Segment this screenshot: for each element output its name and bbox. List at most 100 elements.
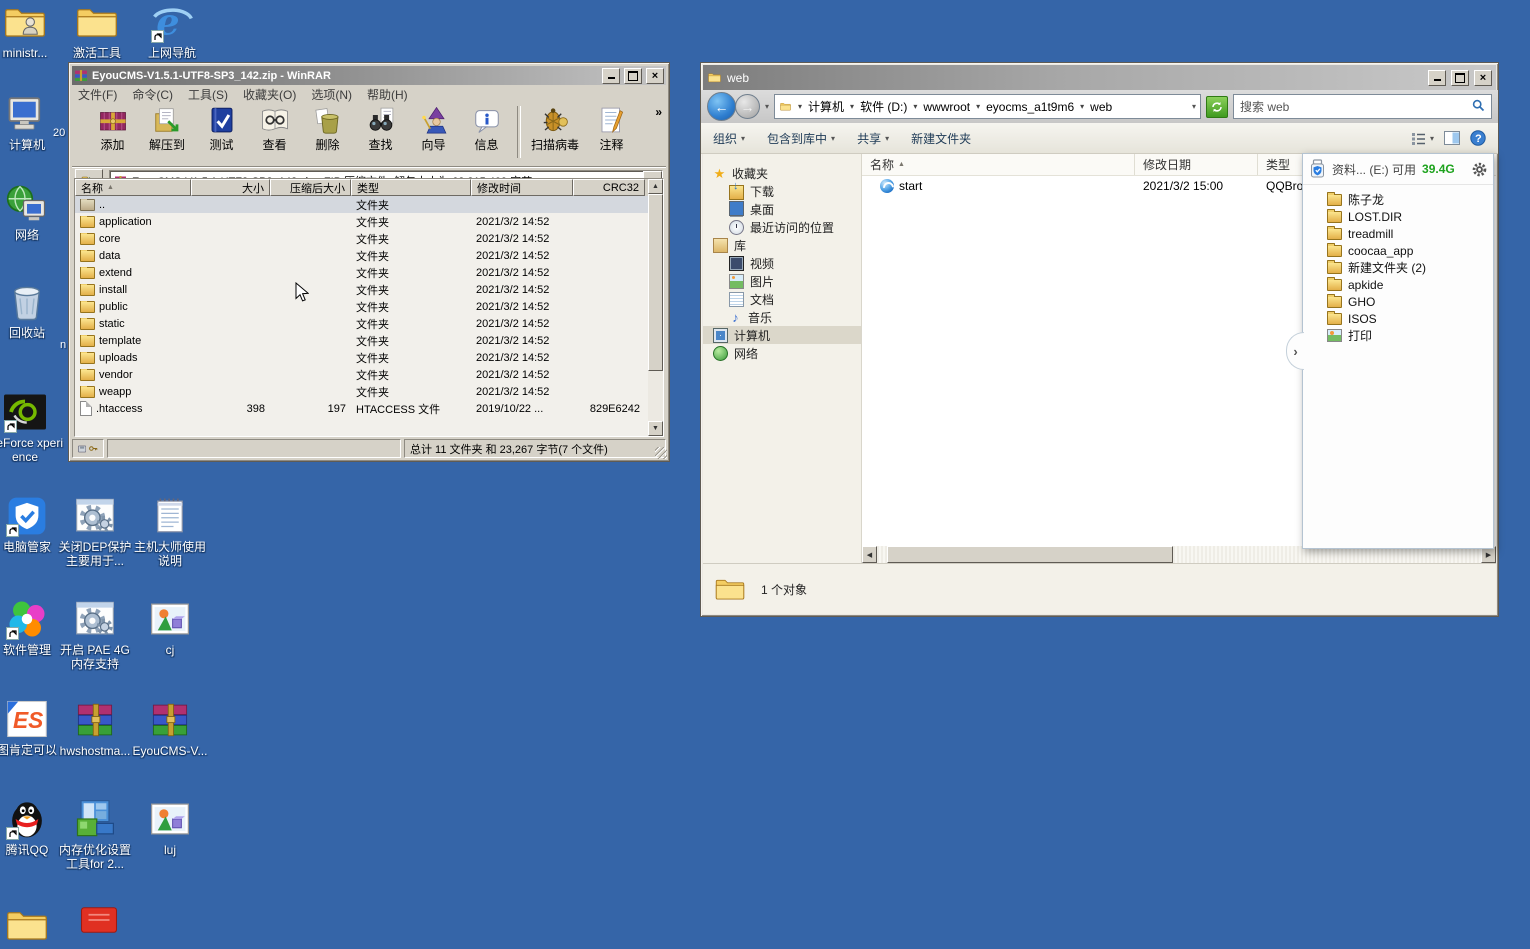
- usb-folder-item[interactable]: GHO: [1303, 293, 1493, 310]
- back-button[interactable]: ←: [707, 92, 736, 121]
- winrar-titlebar[interactable]: EyouCMS-V1.5.1-UTF8-SP3_142.zip - WinRAR…: [72, 66, 666, 85]
- extract-to-button[interactable]: 解压到: [139, 103, 195, 165]
- breadcrumb-drive-d[interactable]: 软件 (D:): [860, 98, 907, 115]
- file-row[interactable]: data 文件夹 2021/3/2 14:52: [75, 247, 663, 264]
- breadcrumb-computer[interactable]: 计算机: [808, 98, 844, 115]
- file-row[interactable]: .htaccess 398 197 HTACCESS 文件 2019/10/22…: [75, 400, 663, 417]
- recent-pages-dropdown-icon[interactable]: ▾: [765, 102, 769, 111]
- vertical-scrollbar[interactable]: ▲ ▼: [648, 179, 663, 436]
- column-header-date-modified[interactable]: 修改日期: [1135, 154, 1258, 175]
- toolbar-overflow-icon[interactable]: »: [655, 105, 662, 119]
- new-folder-button[interactable]: 新建文件夹: [911, 130, 971, 147]
- desktop-icon-enable-pae[interactable]: 开启 PAE 4G 内存支持: [56, 597, 134, 671]
- organize-button[interactable]: 组织▾: [713, 130, 745, 147]
- maximize-button[interactable]: [1451, 70, 1469, 86]
- address-breadcrumb-bar[interactable]: ▾ 计算机 ▾ 软件 (D:) ▾ wwwroot ▾ eyocms_a1t9m…: [774, 94, 1201, 119]
- gear-icon[interactable]: [1472, 162, 1487, 177]
- menu-file[interactable]: 文件(F): [78, 86, 117, 103]
- explorer-titlebar[interactable]: web ×: [703, 65, 1496, 90]
- usb-folder-item[interactable]: 打印: [1303, 327, 1493, 344]
- address-dropdown-icon[interactable]: ▾: [1192, 102, 1196, 111]
- file-row[interactable]: vendor 文件夹 2021/3/2 14:52: [75, 366, 663, 383]
- scan-virus-button[interactable]: 扫描病毒: [525, 103, 585, 165]
- sidebar-item[interactable]: 视频: [703, 254, 861, 272]
- scroll-left-icon[interactable]: ◀: [862, 546, 877, 563]
- file-row[interactable]: weapp 文件夹 2021/3/2 14:52: [75, 383, 663, 400]
- desktop-icon-administrator[interactable]: ministr...: [0, 0, 64, 60]
- sidebar-item[interactable]: 计算机: [703, 326, 861, 344]
- comment-button[interactable]: 注释: [585, 103, 638, 165]
- file-row[interactable]: template 文件夹 2021/3/2 14:52: [75, 332, 663, 349]
- breadcrumb-wwwroot[interactable]: wwwroot: [923, 100, 970, 114]
- desktop-icon-eyoucms-rar[interactable]: EyouCMS-V...: [131, 698, 209, 758]
- desktop-icon-luj-image[interactable]: luj: [131, 797, 209, 857]
- desktop-icon-activation-tools[interactable]: 激活工具: [58, 0, 136, 60]
- file-row[interactable]: extend 文件夹 2021/3/2 14:52: [75, 264, 663, 281]
- usb-folder-item[interactable]: 新建文件夹 (2): [1303, 259, 1493, 276]
- file-row[interactable]: application 文件夹 2021/3/2 14:52: [75, 213, 663, 230]
- scroll-down-icon[interactable]: ▼: [648, 421, 663, 436]
- usb-folder-item[interactable]: coocaa_app: [1303, 242, 1493, 259]
- wizard-button[interactable]: 向导: [407, 103, 460, 165]
- column-header-name[interactable]: 名称▲: [862, 154, 1135, 175]
- include-in-library-button[interactable]: 包含到库中▾: [767, 130, 835, 147]
- column-header-packed[interactable]: 压缩后大小: [270, 179, 351, 196]
- file-row[interactable]: install 文件夹 2021/3/2 14:52: [75, 281, 663, 298]
- desktop-icon-partial-folder[interactable]: [0, 903, 66, 947]
- desktop-icon-web-navigation[interactable]: e 上网导航: [133, 0, 211, 60]
- scrollbar-thumb[interactable]: [887, 546, 1173, 563]
- maximize-button[interactable]: [624, 68, 642, 84]
- desktop-icon-disable-dep[interactable]: 关闭DEP保护主要用于...: [56, 494, 134, 568]
- desktop-icon-geforce-experience[interactable]: GeForce xperience: [0, 390, 64, 464]
- change-view-button[interactable]: ▾: [1411, 132, 1434, 145]
- file-row[interactable]: uploads 文件夹 2021/3/2 14:52: [75, 349, 663, 366]
- desktop-icon-network[interactable]: 网络: [0, 182, 66, 242]
- find-button[interactable]: 查找: [354, 103, 407, 165]
- desktop-icon-memory-optimizer[interactable]: 内存优化设置工具for 2...: [56, 797, 134, 871]
- add-button[interactable]: 添加: [86, 103, 139, 165]
- sidebar-item[interactable]: 图片: [703, 272, 861, 290]
- sidebar-item[interactable]: 网络: [703, 344, 861, 362]
- test-button[interactable]: 测试: [195, 103, 248, 165]
- sidebar-item[interactable]: 最近访问的位置: [703, 218, 861, 236]
- desktop-icon-partial-red[interactable]: [60, 905, 138, 949]
- sidebar-item[interactable]: 音乐: [703, 308, 861, 326]
- usb-folder-item[interactable]: LOST.DIR: [1303, 208, 1493, 225]
- menu-help[interactable]: 帮助(H): [367, 86, 408, 103]
- close-button[interactable]: ×: [646, 68, 664, 84]
- desktop-icon-recycle-bin[interactable]: 回收站: [0, 280, 66, 340]
- file-row[interactable]: static 文件夹 2021/3/2 14:52: [75, 315, 663, 332]
- scroll-up-icon[interactable]: ▲: [648, 179, 663, 194]
- help-icon[interactable]: ?: [1470, 130, 1486, 146]
- usb-folder-item[interactable]: apkide: [1303, 276, 1493, 293]
- preview-pane-icon[interactable]: [1444, 131, 1460, 145]
- view-button[interactable]: 查看: [248, 103, 301, 165]
- column-header-crc32[interactable]: CRC32: [573, 179, 645, 196]
- sidebar-item[interactable]: 文档: [703, 290, 861, 308]
- desktop-icon-host-master-readme[interactable]: 主机大师使用说明: [131, 494, 209, 568]
- minimize-button[interactable]: [1428, 70, 1446, 86]
- desktop-icon-hwshostmaster-rar[interactable]: hwshostma...: [56, 698, 134, 758]
- file-row[interactable]: core 文件夹 2021/3/2 14:52: [75, 230, 663, 247]
- share-button[interactable]: 共享▾: [857, 130, 889, 147]
- sidebar-item[interactable]: 库: [703, 236, 861, 254]
- desktop-icon-cj-image[interactable]: cj: [131, 597, 209, 657]
- usb-folder-item[interactable]: ISOS: [1303, 310, 1493, 327]
- forward-button[interactable]: →: [735, 94, 760, 119]
- desktop-icon-computer[interactable]: 计算机: [0, 92, 66, 152]
- column-header-type[interactable]: 类型: [351, 179, 471, 196]
- close-button[interactable]: ×: [1474, 70, 1492, 86]
- file-row[interactable]: .. 文件夹: [75, 196, 663, 213]
- search-icon[interactable]: [1472, 99, 1485, 115]
- search-box[interactable]: 搜索 web: [1233, 94, 1492, 119]
- column-header-modified[interactable]: 修改时间: [471, 179, 573, 196]
- sidebar-item[interactable]: 桌面: [703, 200, 861, 218]
- resize-grip[interactable]: [655, 447, 667, 459]
- breadcrumb-eyocms[interactable]: eyocms_a1t9m6: [986, 100, 1074, 114]
- usb-folder-item[interactable]: 陈子龙: [1303, 191, 1493, 208]
- sidebar-item[interactable]: 收藏夹: [703, 164, 861, 182]
- column-header-name[interactable]: 名称▲: [75, 179, 191, 196]
- sidebar-item[interactable]: 下载: [703, 182, 861, 200]
- usb-folder-item[interactable]: treadmill: [1303, 225, 1493, 242]
- minimize-button[interactable]: [602, 68, 620, 84]
